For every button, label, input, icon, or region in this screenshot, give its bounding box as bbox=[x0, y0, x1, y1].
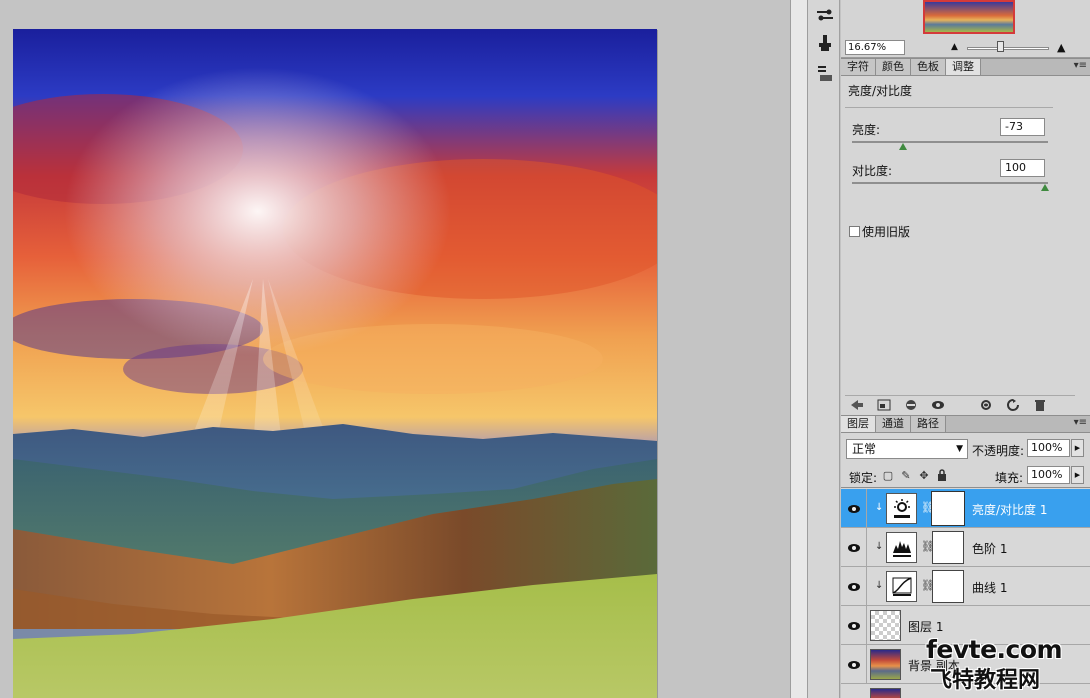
layer-row-layer-1[interactable]: 图层 1 bbox=[841, 606, 1090, 645]
blend-mode-select[interactable]: 正常 ▼ bbox=[846, 439, 968, 459]
reset-icon[interactable] bbox=[1005, 398, 1021, 412]
navigator-panel: 16.67% ▲ ▲ bbox=[841, 0, 1090, 58]
layer-row-brightness-contrast[interactable]: ↓ ⛓ 亮度/对比度 1 bbox=[841, 489, 1090, 528]
panel-icon-strip bbox=[808, 0, 840, 698]
clip-arrow-icon: ↓ bbox=[875, 541, 884, 552]
use-legacy-label[interactable]: 使用旧版 bbox=[862, 223, 910, 240]
visibility-eye-icon[interactable] bbox=[845, 656, 862, 673]
clone-source-icon[interactable] bbox=[814, 32, 836, 54]
back-arrow-icon[interactable] bbox=[849, 398, 865, 412]
adjustments-footer bbox=[845, 395, 1075, 413]
lock-label: 锁定: bbox=[849, 471, 878, 485]
right-panel-dock: 16.67% ▲ ▲ 字符 颜色 色板 调整 ▾≡ 亮度/对比度 亮度: -73… bbox=[841, 0, 1090, 698]
clip-to-layer-icon[interactable] bbox=[903, 398, 919, 412]
brush-presets-icon[interactable] bbox=[814, 4, 836, 26]
visibility-eye-icon[interactable] bbox=[930, 398, 946, 412]
divider bbox=[841, 487, 1090, 488]
sunset-mountain-image bbox=[13, 29, 657, 698]
tab-channels[interactable]: 通道 bbox=[876, 416, 911, 432]
layer-thumbnail[interactable] bbox=[870, 688, 901, 698]
layer-row-background-copy[interactable]: 背景 副本 bbox=[841, 645, 1090, 684]
layer-mask-thumbnail[interactable] bbox=[931, 491, 965, 526]
layer-name[interactable]: 图层 1 bbox=[908, 618, 943, 635]
visibility-eye-icon[interactable] bbox=[845, 578, 862, 595]
view-previous-state-icon[interactable] bbox=[978, 398, 994, 412]
layer-name[interactable]: 色阶 1 bbox=[972, 540, 1007, 557]
brightness-slider-handle[interactable] bbox=[899, 143, 907, 150]
divider bbox=[866, 489, 867, 528]
opacity-slider-button[interactable]: ▶ bbox=[1071, 439, 1084, 457]
opacity-input[interactable]: 100% bbox=[1027, 439, 1070, 457]
layer-mask-thumbnail[interactable] bbox=[932, 570, 964, 603]
fill-input[interactable]: 100% bbox=[1027, 466, 1070, 484]
brightness-input[interactable]: -73 bbox=[1000, 118, 1045, 136]
brightness-contrast-icon[interactable] bbox=[886, 493, 917, 524]
layer-mask-thumbnail[interactable] bbox=[932, 531, 964, 564]
layer-name[interactable]: 亮度/对比度 1 bbox=[972, 501, 1048, 518]
blend-mode-value: 正常 bbox=[852, 442, 877, 456]
lock-all-icon[interactable] bbox=[936, 469, 948, 482]
curves-icon[interactable] bbox=[886, 571, 917, 602]
tab-adjustments[interactable]: 调整 bbox=[946, 59, 981, 75]
zoom-in-icon[interactable]: ▲ bbox=[1057, 41, 1065, 54]
divider bbox=[866, 645, 867, 684]
navigator-preview[interactable] bbox=[923, 0, 1015, 34]
divider bbox=[866, 567, 867, 606]
clip-arrow-icon: ↓ bbox=[875, 502, 884, 513]
fill-label: 填充: bbox=[995, 471, 1024, 485]
visibility-eye-icon[interactable] bbox=[845, 617, 862, 634]
layer-thumbnail[interactable] bbox=[870, 610, 901, 641]
zoom-input[interactable]: 16.67% bbox=[845, 40, 905, 55]
contrast-slider-handle[interactable] bbox=[1041, 184, 1049, 191]
layer-row-partial[interactable] bbox=[841, 684, 1090, 698]
tab-color[interactable]: 颜色 bbox=[876, 59, 911, 75]
divider bbox=[845, 107, 1053, 108]
use-legacy-checkbox[interactable] bbox=[849, 226, 860, 237]
tab-paths[interactable]: 路径 bbox=[911, 416, 946, 432]
layers-panel: 正常 ▼ 不透明度: 100% ▶ 锁定: ▢ ✎ ✥ 填充: 100% ▶ ↓… bbox=[841, 434, 1090, 698]
layers-tabbar: 图层 通道 路径 ▾≡ bbox=[841, 415, 1090, 433]
layer-comps-icon[interactable] bbox=[814, 62, 836, 84]
levels-histogram-icon[interactable] bbox=[886, 532, 917, 563]
lock-position-icon[interactable]: ✥ bbox=[918, 469, 930, 482]
layer-thumbnail[interactable] bbox=[870, 649, 901, 680]
chevron-down-icon: ▼ bbox=[956, 444, 963, 454]
visibility-eye-icon[interactable] bbox=[845, 539, 862, 556]
tab-character[interactable]: 字符 bbox=[841, 59, 876, 75]
trash-icon[interactable] bbox=[1032, 398, 1048, 412]
layer-row-curves[interactable]: ↓ ⛓ 曲线 1 bbox=[841, 567, 1090, 606]
zoom-out-icon[interactable]: ▲ bbox=[951, 42, 958, 52]
visibility-eye-icon[interactable] bbox=[845, 500, 862, 517]
clip-arrow-icon: ↓ bbox=[875, 580, 884, 591]
opacity-label: 不透明度: bbox=[972, 444, 1025, 458]
adjustments-panel: 亮度/对比度 亮度: -73 对比度: 100 使用旧版 bbox=[841, 77, 1090, 414]
layer-row-levels[interactable]: ↓ ⛓ 色阶 1 bbox=[841, 528, 1090, 567]
brightness-slider[interactable] bbox=[852, 141, 1048, 143]
document-canvas[interactable] bbox=[0, 0, 790, 698]
contrast-slider[interactable] bbox=[852, 182, 1048, 184]
divider bbox=[866, 528, 867, 567]
expanded-view-icon[interactable] bbox=[876, 398, 892, 412]
layer-name[interactable]: 背景 副本 bbox=[908, 657, 960, 674]
adjustment-title: 亮度/对比度 bbox=[848, 84, 913, 98]
landscape-photo[interactable] bbox=[13, 29, 657, 698]
panel-menu-icon[interactable]: ▾≡ bbox=[1074, 60, 1087, 71]
tab-layers[interactable]: 图层 bbox=[841, 416, 876, 432]
divider bbox=[866, 606, 867, 645]
zoom-slider[interactable] bbox=[967, 47, 1049, 50]
tab-swatches[interactable]: 色板 bbox=[911, 59, 946, 75]
lock-pixels-icon[interactable]: ✎ bbox=[900, 469, 912, 482]
brightness-label: 亮度: bbox=[852, 123, 881, 137]
panel-collapse-bar[interactable] bbox=[790, 0, 808, 698]
layer-name[interactable]: 曲线 1 bbox=[972, 579, 1007, 596]
adjustments-tabbar: 字符 颜色 色板 调整 ▾≡ bbox=[841, 58, 1090, 76]
zoom-slider-handle[interactable] bbox=[997, 41, 1004, 52]
contrast-label: 对比度: bbox=[852, 164, 893, 178]
lock-transparency-icon[interactable]: ▢ bbox=[882, 469, 894, 482]
contrast-input[interactable]: 100 bbox=[1000, 159, 1045, 177]
fill-slider-button[interactable]: ▶ bbox=[1071, 466, 1084, 484]
layers-menu-icon[interactable]: ▾≡ bbox=[1074, 417, 1087, 428]
